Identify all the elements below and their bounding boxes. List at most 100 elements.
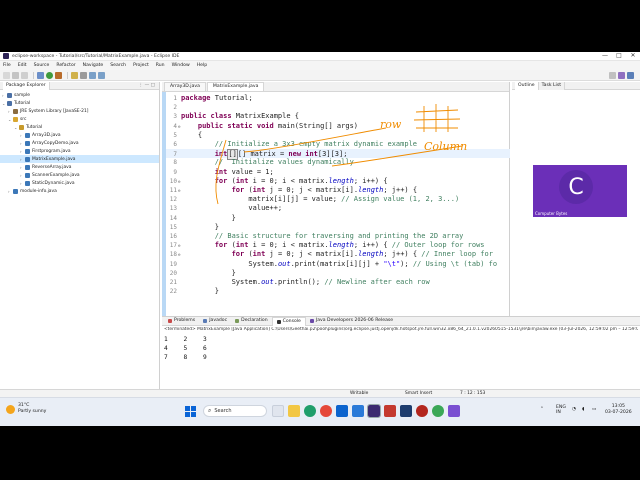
tab-console[interactable]: Console [271, 316, 306, 326]
maximize-button[interactable]: □ [612, 52, 626, 60]
code-line[interactable]: 8 // Initialize values dynamically [166, 158, 510, 167]
minimize-button[interactable]: — [598, 52, 612, 60]
code-line[interactable]: 12 matrix[i][j] = value; // Assign value… [166, 195, 510, 204]
menu-source[interactable]: Source [34, 63, 50, 68]
code-line[interactable]: 1 package Tutorial; [166, 94, 510, 103]
outline-tab[interactable]: Outline [515, 81, 539, 90]
code-line[interactable]: 13 value++; [166, 204, 510, 213]
code-line[interactable]: 19 System.out.print(matrix[i][j] + "\t")… [166, 260, 510, 269]
editor-tab-matrixexample[interactable]: MatrixExample.java [206, 82, 265, 91]
tree-item[interactable]: › ArrayCopyDemo.java [0, 139, 159, 147]
taskbar-clock[interactable]: 13:05 03-07-2026 [605, 404, 632, 416]
editor-tab-array3d[interactable]: Array3D.java [164, 82, 206, 91]
code-line[interactable]: 9 int value = 1; [166, 168, 510, 177]
code-line[interactable]: 18 ⊖ for (int j = 0; j < matrix[i].length… [166, 250, 510, 259]
code-line[interactable]: 2 [166, 103, 510, 112]
windows-start-icon[interactable] [185, 406, 196, 417]
weather-desc: Partly sunny [18, 409, 47, 414]
tree-item[interactable]: › Array3D.java [0, 131, 159, 139]
app-icon-green[interactable] [432, 405, 444, 417]
eclipse-taskbar-icon[interactable] [367, 404, 381, 418]
volume-icon[interactable]: ◖ [582, 407, 584, 412]
tray-chevron-icon[interactable]: ⌃ [540, 407, 544, 412]
code-line[interactable]: 21 System.out.println(); // Newline afte… [166, 278, 510, 287]
app-icon-rec[interactable] [416, 405, 428, 417]
app-icon-red[interactable] [384, 405, 396, 417]
app-icon-navy[interactable] [400, 405, 412, 417]
code-line[interactable]: 3 public class MatrixExample { [166, 112, 510, 121]
weather-widget[interactable]: 31°C Partly sunny [6, 403, 46, 415]
search-icon[interactable] [609, 71, 616, 79]
tree-item[interactable]: › Firstprogram.java [0, 147, 159, 155]
tree-item[interactable]: ⌄ Tutorial [0, 123, 159, 131]
code-line[interactable]: 14 } [166, 214, 510, 223]
menu-run[interactable]: Run [156, 63, 165, 68]
new-icon[interactable] [3, 71, 10, 79]
app-icon-purple[interactable] [448, 405, 460, 417]
close-button[interactable]: ✕ [626, 52, 640, 60]
perspective-icon[interactable] [618, 71, 625, 79]
battery-icon[interactable]: ▭ [592, 407, 596, 412]
menu-file[interactable]: File [3, 63, 11, 68]
task-view-icon[interactable] [272, 405, 284, 417]
mail-icon[interactable] [352, 405, 364, 417]
code-line[interactable]: 17 ⊖ for (int i = 0; i < matrix.length; i… [166, 241, 510, 250]
back-icon[interactable] [89, 71, 96, 79]
java-perspective-icon[interactable] [627, 71, 634, 79]
tab-javadoc[interactable]: Javadoc [199, 317, 231, 325]
task-list-tab[interactable]: Task List [538, 81, 566, 90]
code-line[interactable]: 5 { [166, 131, 510, 140]
code-line[interactable]: 4 ⊖ public static void main(String[] args… [166, 122, 510, 131]
tab-release[interactable]: Java Developers 2026-06 Release [306, 317, 397, 325]
forward-icon[interactable] [98, 71, 105, 79]
run-icon[interactable] [46, 71, 53, 79]
tab-declaration[interactable]: Declaration [231, 317, 271, 325]
store-icon[interactable] [336, 405, 348, 417]
debug-icon[interactable] [37, 71, 44, 79]
edge-icon[interactable] [304, 405, 316, 417]
code-line[interactable]: 16 // Basic structure for traversing and… [166, 232, 510, 241]
chrome-icon[interactable] [320, 405, 332, 417]
search-icon[interactable] [80, 71, 87, 79]
open-type-icon[interactable] [71, 71, 78, 79]
tree-item[interactable]: › ScannerExample.java [0, 171, 159, 179]
fold-toggle-icon[interactable]: ⊖ [178, 250, 180, 259]
tree-item[interactable]: ⌄ Tutorial [0, 99, 159, 107]
tab-problems[interactable]: Problems [164, 317, 199, 325]
code-line[interactable]: 22 } [166, 287, 510, 296]
tree-item[interactable]: › module-info.java [0, 187, 159, 195]
taskbar-search[interactable]: ⌕ Search [203, 405, 267, 417]
fold-toggle-icon[interactable]: ⊖ [178, 186, 180, 195]
menu-navigate[interactable]: Navigate [83, 63, 104, 68]
code-line[interactable]: 15 } [166, 223, 510, 232]
code-line[interactable]: 20 } [166, 269, 510, 278]
menu-window[interactable]: Window [172, 63, 190, 68]
fold-toggle-icon[interactable]: ⊖ [178, 177, 180, 186]
window-title: eclipse-workspace - Tutorial/src/Tutoria… [12, 53, 180, 59]
code-line[interactable]: 10 ⊖ for (int i = 0; i < matrix.length; i… [166, 177, 510, 186]
fold-toggle-icon[interactable]: ⊖ [178, 122, 180, 131]
file-explorer-icon[interactable] [288, 405, 300, 417]
code-line[interactable]: 11 ⊖ for (int j = 0; j < matrix[i].length… [166, 186, 510, 195]
external-tools-icon[interactable] [55, 71, 62, 79]
menu-project[interactable]: Project [133, 63, 149, 68]
tree-item[interactable]: › ReverseArray.java [0, 163, 159, 171]
language-indicator[interactable]: ENG IN [556, 405, 566, 415]
save-all-icon[interactable] [21, 71, 28, 79]
code-line[interactable]: 6 // Initialize a 3x3 empty matrix dynam… [166, 140, 510, 149]
tree-item[interactable]: ⌄ src [0, 115, 159, 123]
tree-item[interactable]: › StaticDynamic.java [0, 179, 159, 187]
fold-toggle-icon[interactable]: ⊖ [178, 241, 180, 250]
panel-menu-icon[interactable]: ⋮ — □ [139, 83, 155, 88]
tree-item[interactable]: › JRE System Library [JavaSE-21] [0, 107, 159, 115]
tree-item[interactable]: › sample [0, 91, 159, 99]
menu-edit[interactable]: Edit [18, 63, 27, 68]
menu-help[interactable]: Help [197, 63, 207, 68]
wifi-icon[interactable]: ◔ [572, 407, 576, 412]
code-line[interactable]: 7 int[][] matrix = new int[3][3]; [166, 149, 510, 161]
save-icon[interactable] [12, 71, 19, 79]
menu-refactor[interactable]: Refactor [56, 63, 75, 68]
package-explorer-tab[interactable]: Package Explorer [3, 81, 50, 90]
menu-search[interactable]: Search [110, 63, 126, 68]
tree-item[interactable]: › MatrixExample.java [0, 155, 159, 163]
